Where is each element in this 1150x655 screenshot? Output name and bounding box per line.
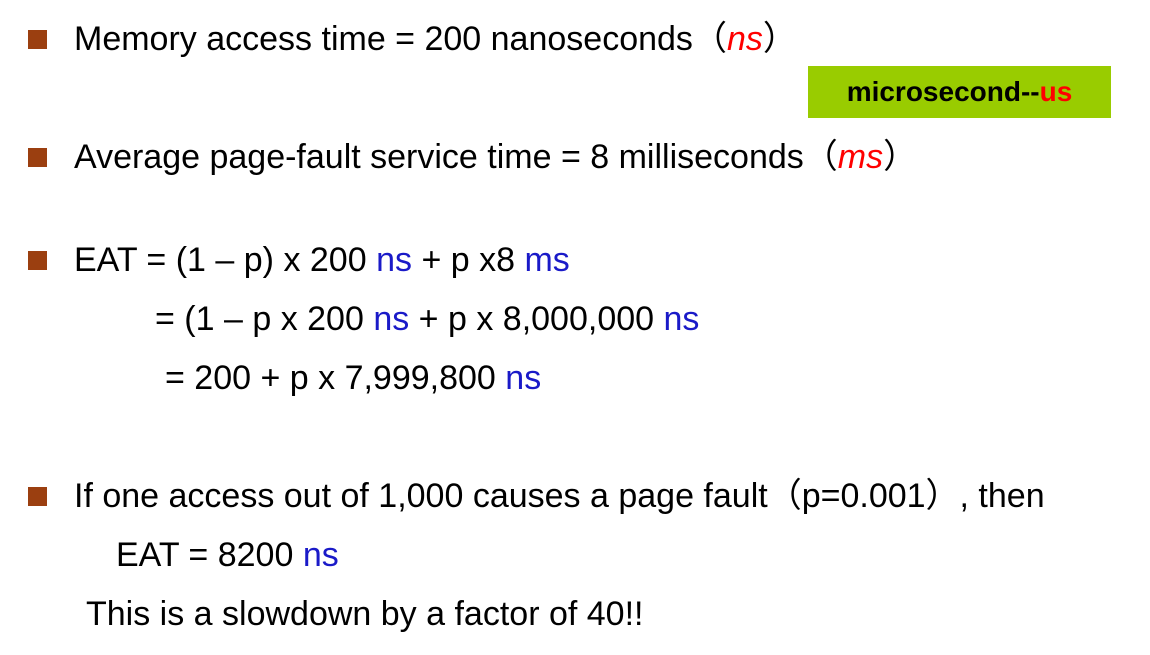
badge-prefix: microsecond-- — [846, 76, 1040, 107]
bullet-square-icon — [28, 487, 47, 506]
eat-formula-line-1: EAT = (1 – p) x 200 ns + p x8 ms — [74, 240, 570, 280]
paren-open: （ — [692, 19, 727, 59]
eat-formula-text: = 200 + p x 7,999,800 — [165, 359, 506, 397]
paren-open: （ — [803, 137, 838, 177]
memory-access-text: Memory access time = 200 nanoseconds — [74, 20, 693, 58]
page-fault-line: Average page-fault service time = 8 mill… — [74, 137, 917, 177]
paren-close: ） — [762, 19, 797, 59]
bullet-square-icon — [28, 148, 47, 167]
example-eat-text: EAT = 8200 — [116, 536, 303, 574]
unit-ns: ns — [373, 300, 410, 338]
unit-ms: ms — [837, 138, 884, 176]
unit-ns: ns — [302, 536, 339, 574]
eat-formula-line-3: = 200 + p x 7,999,800 ns — [165, 358, 541, 398]
unit-ns: ns — [376, 241, 412, 279]
microsecond-badge: microsecond--us — [808, 66, 1111, 118]
unit-ns: ns — [726, 20, 763, 58]
badge-highlight: us — [1039, 76, 1073, 107]
paren-close: ） — [883, 137, 918, 177]
bullet-square-icon — [28, 251, 47, 270]
bullet-square-icon — [28, 30, 47, 49]
unit-ns: ns — [505, 359, 542, 397]
unit-ms: ms — [524, 241, 570, 279]
eat-formula-text: + p x 8,000,000 — [409, 300, 664, 338]
conclusion-line: This is a slowdown by a factor of 40!! — [86, 594, 643, 634]
unit-ns: ns — [663, 300, 700, 338]
conclusion-text: This is a slowdown by a factor of 40!! — [86, 595, 644, 633]
eat-formula-line-2: = (1 – p x 200 ns + p x 8,000,000 ns — [155, 299, 699, 339]
example-line: If one access out of 1,000 causes a page… — [74, 476, 1045, 516]
example-text: If one access out of 1,000 causes a page… — [74, 477, 1045, 515]
memory-access-line: Memory access time = 200 nanoseconds（ns） — [74, 19, 797, 59]
eat-formula-text: + p x8 — [412, 241, 525, 279]
example-eat-line: EAT = 8200 ns — [116, 535, 339, 575]
eat-formula-text: EAT = (1 – p) x 200 — [74, 241, 377, 279]
eat-formula-text: = (1 – p x 200 — [155, 300, 374, 338]
page-fault-text: Average page-fault service time = 8 mill… — [74, 138, 804, 176]
